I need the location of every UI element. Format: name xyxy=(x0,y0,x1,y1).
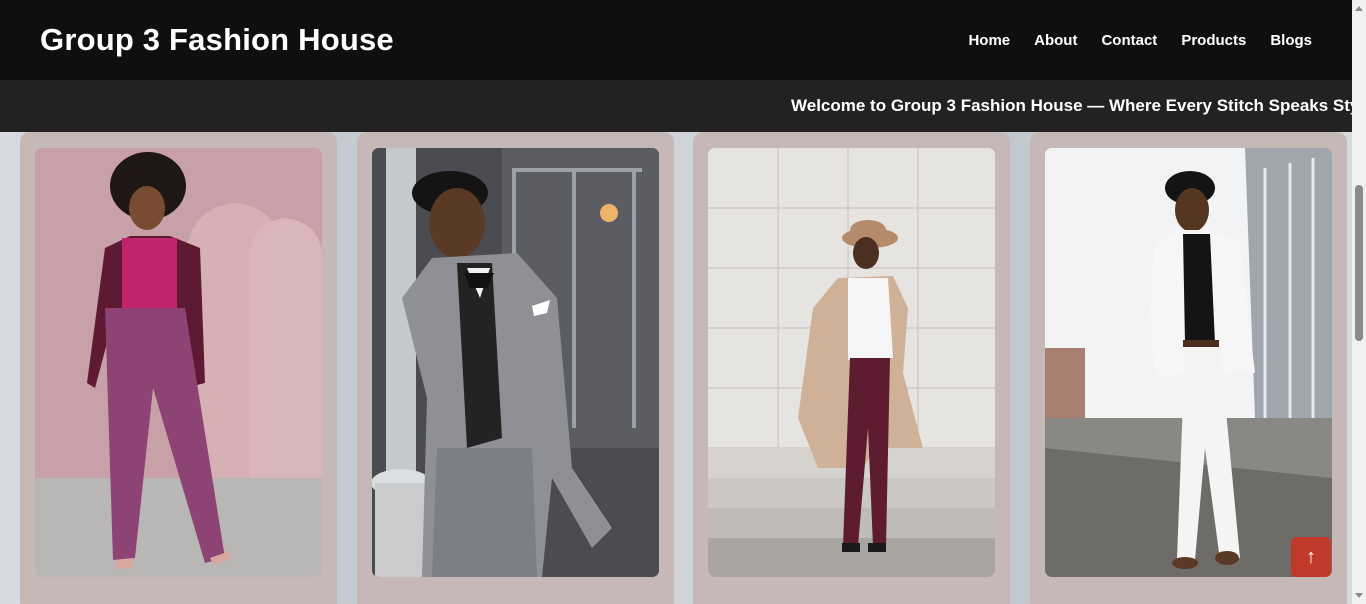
nav-products[interactable]: Products xyxy=(1181,32,1246,49)
nav-blogs[interactable]: Blogs xyxy=(1270,32,1312,49)
scroll-thumb[interactable] xyxy=(1355,185,1363,341)
arrow-up-icon: ↑ xyxy=(1306,545,1316,568)
product-card[interactable] xyxy=(20,132,337,604)
back-to-top-button[interactable]: ↑ xyxy=(1291,537,1331,577)
nav-about[interactable]: About xyxy=(1034,32,1077,49)
brand-title[interactable]: Group 3 Fashion House xyxy=(40,22,394,58)
product-gallery xyxy=(0,132,1352,604)
product-photo-white-suit[interactable] xyxy=(1045,148,1332,577)
product-photo-plum-suit[interactable] xyxy=(35,148,322,577)
plum-suit-image xyxy=(35,148,322,577)
navbar: Group 3 Fashion House Home About Contact… xyxy=(0,0,1352,80)
welcome-ticker: Welcome to Group 3 Fashion House — Where… xyxy=(0,80,1352,132)
product-photo-camel-coat[interactable] xyxy=(708,148,995,577)
product-card[interactable] xyxy=(357,132,674,604)
product-photo-grey-suit[interactable] xyxy=(372,148,659,577)
camel-coat-image xyxy=(708,148,995,577)
product-card[interactable] xyxy=(693,132,1010,604)
ticker-text: Welcome to Group 3 Fashion House — Where… xyxy=(791,96,1352,115)
product-card[interactable] xyxy=(1030,132,1347,604)
page-scrollbar[interactable] xyxy=(1352,0,1366,604)
grey-suit-image xyxy=(372,148,659,577)
nav-links: Home About Contact Products Blogs xyxy=(968,32,1312,49)
nav-contact[interactable]: Contact xyxy=(1101,32,1157,49)
nav-home[interactable]: Home xyxy=(968,32,1010,49)
scroll-down-arrow-icon[interactable] xyxy=(1355,593,1363,598)
scroll-up-arrow-icon[interactable] xyxy=(1355,6,1363,11)
white-suit-image xyxy=(1045,148,1332,577)
